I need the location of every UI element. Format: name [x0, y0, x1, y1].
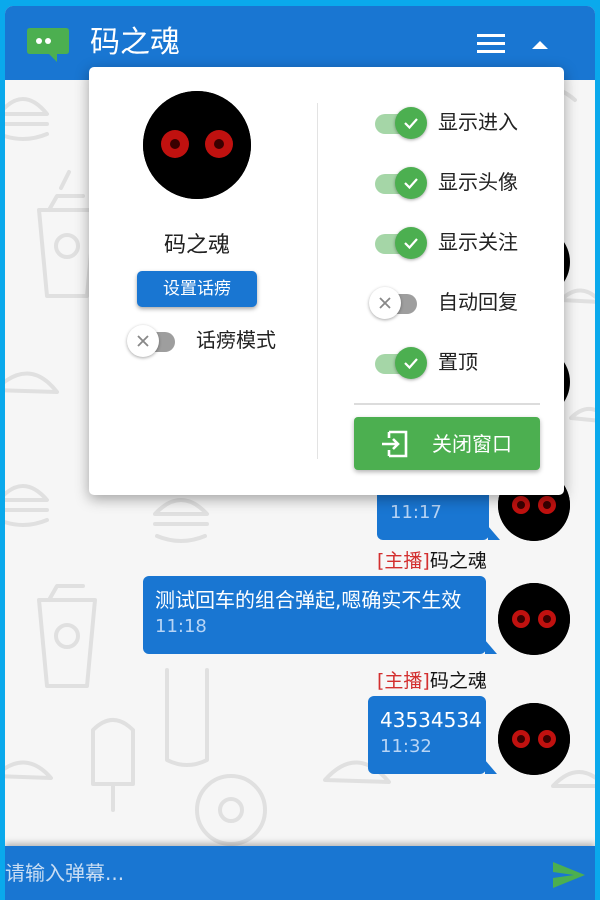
- chat-bubble-icon: [27, 28, 69, 62]
- message-text: 测试回车的组合弹起,嗯确实不生效: [155, 588, 462, 612]
- divider: [317, 103, 318, 459]
- menu-icon[interactable]: [475, 30, 509, 58]
- close-window-button[interactable]: 关闭窗口: [354, 417, 540, 470]
- toggle-auto-reply[interactable]: [369, 287, 421, 319]
- toggle-pin-top[interactable]: [371, 347, 427, 379]
- toggle-label: 自动回复: [438, 290, 518, 314]
- close-window-label: 关闭窗口: [432, 432, 512, 456]
- host-tag: [主播]: [377, 550, 430, 572]
- profile-name: 码之魂: [163, 233, 230, 258]
- chatty-mode-label: 话痨模式: [196, 328, 276, 352]
- check-icon: [404, 358, 418, 370]
- divider: [354, 403, 540, 405]
- message-bubble: 测试回车的组合弹起,嗯确实不生效 11:18: [143, 576, 497, 654]
- settings-panel: 码之魂 设置话痨 话痨模式 显示进入 显示头像 显示关注 自动回复 置顶 关闭窗…: [89, 67, 564, 495]
- avatar: [498, 583, 570, 655]
- message-time: 11:18: [155, 616, 207, 637]
- app-title: 码之魂: [90, 25, 180, 60]
- message-time: 11:17: [390, 502, 442, 523]
- check-icon: [404, 178, 418, 190]
- toggle-show-enter[interactable]: [371, 107, 427, 139]
- close-icon: [137, 335, 149, 347]
- toggle-show-follow[interactable]: [371, 227, 427, 259]
- toggle-show-avatar[interactable]: [371, 167, 427, 199]
- caret-up-icon[interactable]: [527, 30, 553, 58]
- set-chatty-button[interactable]: 设置话痨: [137, 271, 257, 307]
- toggle-label: 显示头像: [438, 170, 518, 194]
- exit-icon: [382, 430, 408, 458]
- sender-label: 码之魂: [429, 550, 487, 572]
- message-text: 43534534: [380, 708, 482, 732]
- sender-name: [主播]码之魂: [377, 546, 487, 573]
- sender-label: 码之魂: [429, 670, 487, 692]
- toggle-label: 显示关注: [438, 230, 518, 254]
- chatty-mode-toggle[interactable]: [127, 325, 179, 357]
- host-tag: [主播]: [377, 670, 430, 692]
- toggle-label: 置顶: [438, 350, 478, 374]
- check-icon: [404, 238, 418, 250]
- input-bar: [5, 846, 595, 900]
- profile-avatar: [143, 91, 251, 199]
- check-icon: [404, 118, 418, 130]
- toggle-label: 显示进入: [438, 110, 518, 134]
- send-icon[interactable]: [552, 860, 586, 890]
- sender-name: [主播]码之魂: [377, 666, 487, 693]
- close-icon: [379, 297, 391, 309]
- avatar: [498, 703, 570, 775]
- danmaku-input[interactable]: [5, 856, 535, 890]
- message-bubble: 43534534 11:32: [368, 696, 497, 774]
- message-time: 11:32: [380, 736, 432, 757]
